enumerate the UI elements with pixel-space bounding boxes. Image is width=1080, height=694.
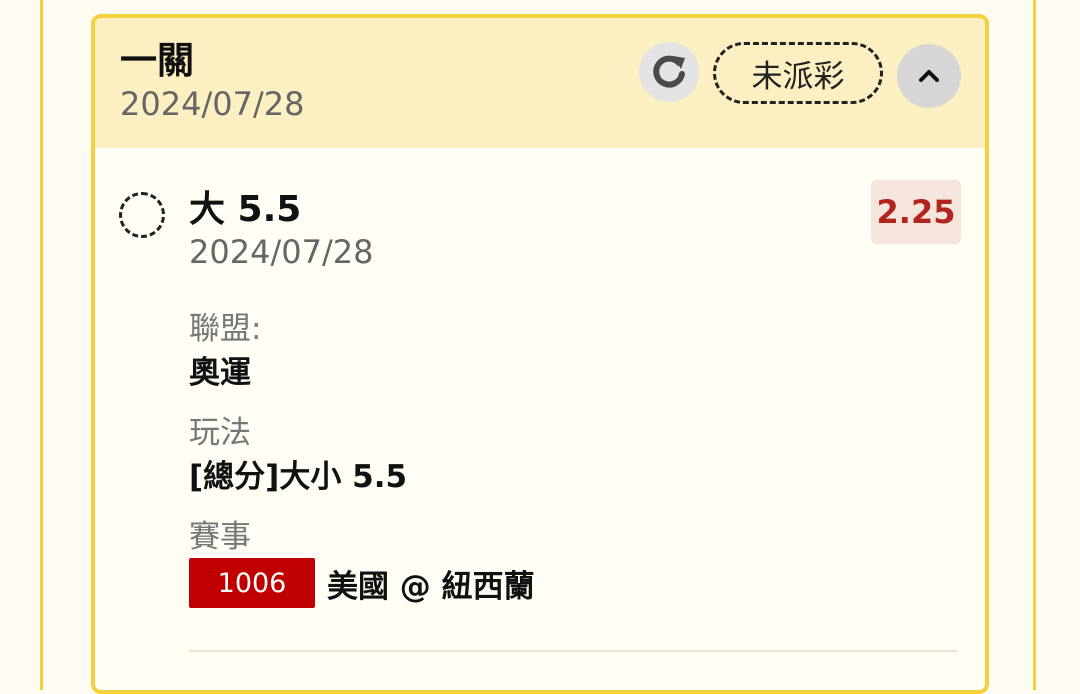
settlement-status-badge: 未派彩: [713, 42, 883, 104]
chevron-up-icon: [919, 70, 939, 82]
play-type-value: [總分]大小 5.5: [189, 459, 408, 495]
play-type-label: 玩法: [189, 415, 251, 451]
event-id-badge: 1006: [189, 558, 315, 608]
selection-name: 大 5.5: [189, 189, 302, 230]
league-value: 奧運: [189, 355, 251, 391]
refresh-button[interactable]: [639, 42, 699, 102]
collapse-button[interactable]: [897, 44, 961, 108]
refresh-icon: [653, 55, 685, 88]
bet-slip-card: 一關 2024/07/28 未派彩 大 5.5 2024/07/28 2.25 …: [91, 14, 989, 694]
event-label: 賽事: [189, 519, 251, 555]
event-name: 美國 @ 紐西蘭: [327, 568, 535, 605]
selection-radio[interactable]: [119, 192, 165, 238]
selection-date: 2024/07/28: [189, 233, 374, 271]
bet-slip-header: 一關 2024/07/28 未派彩: [95, 18, 985, 148]
event-row: 1006 美國 @ 紐西蘭: [189, 558, 535, 608]
section-divider: [189, 650, 957, 652]
bet-type-title: 一關: [120, 39, 194, 82]
league-label: 聯盟:: [189, 311, 262, 347]
bet-date: 2024/07/28: [120, 85, 305, 123]
odds-badge: 2.25: [871, 180, 961, 244]
